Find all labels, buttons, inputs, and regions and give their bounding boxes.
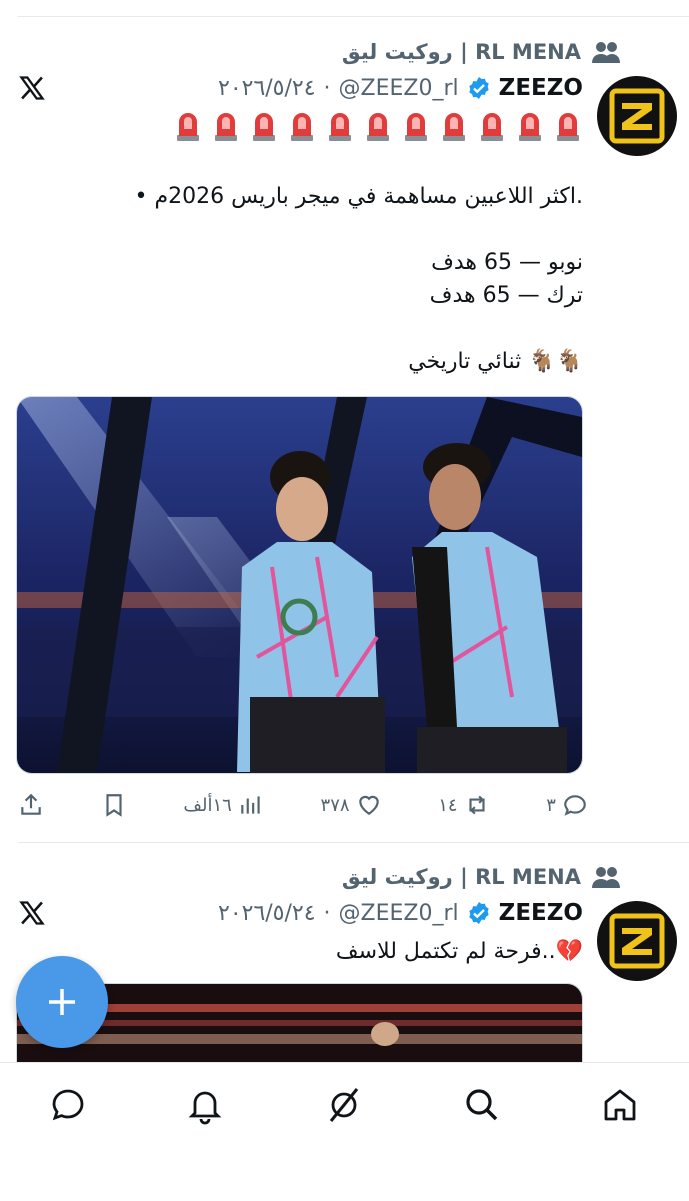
tweet-text: .اكثر اللاعبين مساهمة في ميجر باريس 2026… bbox=[134, 184, 583, 374]
author-handle[interactable]: @ZEEZ0_rl bbox=[339, 76, 459, 101]
dot-separator: · bbox=[323, 900, 331, 926]
siren-emoji bbox=[557, 113, 579, 141]
home-icon bbox=[604, 1089, 636, 1121]
author-name[interactable]: ZEEZO bbox=[499, 900, 583, 926]
chat-icon bbox=[52, 1089, 84, 1121]
siren-emoji bbox=[253, 113, 275, 141]
social-context-label: RL MENA | روكيت ليق bbox=[341, 40, 581, 64]
tweet-text: 💔..فرحة لم تكتمل للاسف bbox=[335, 939, 583, 964]
tweet-1[interactable]: RL MENA | روكيت ليق ZEEZO @ZEEZ0_rl · ٢٠… bbox=[0, 0, 689, 840]
share-button[interactable] bbox=[18, 792, 44, 818]
siren-emoji bbox=[177, 113, 199, 141]
like-button[interactable]: ٣٧٨ bbox=[321, 792, 382, 818]
siren-emoji bbox=[519, 113, 541, 141]
tweet-header: ZEEZO @ZEEZ0_rl · ٢٠٢٦/٥/٢٤ bbox=[218, 896, 583, 930]
nav-messages[interactable] bbox=[48, 1085, 88, 1125]
zeezo-logo bbox=[609, 88, 665, 144]
avatar[interactable] bbox=[597, 901, 677, 981]
nav-search[interactable] bbox=[462, 1085, 502, 1125]
plus-icon bbox=[49, 989, 75, 1015]
siren-emoji bbox=[367, 113, 389, 141]
siren-row bbox=[173, 108, 583, 142]
x-logo-icon[interactable] bbox=[18, 899, 46, 927]
siren-emoji bbox=[405, 113, 427, 141]
bookmark-icon bbox=[106, 794, 122, 817]
social-context[interactable]: RL MENA | روكيت ليق bbox=[342, 36, 621, 68]
author-handle[interactable]: @ZEEZ0_rl bbox=[339, 901, 459, 926]
bookmark-button[interactable] bbox=[101, 792, 127, 818]
tweet-2[interactable]: RL MENA | روكيت ليق ZEEZO @ZEEZ0_rl · ٢٠… bbox=[0, 843, 689, 1085]
reply-button[interactable]: ٣ bbox=[546, 792, 588, 818]
siren-emoji bbox=[291, 113, 313, 141]
siren-emoji bbox=[215, 113, 237, 141]
people-icon bbox=[592, 867, 620, 888]
x-logo-icon[interactable] bbox=[18, 74, 46, 102]
grok-icon bbox=[329, 1088, 359, 1122]
nav-home[interactable] bbox=[600, 1085, 640, 1125]
tweet-header: ZEEZO @ZEEZ0_rl · ٢٠٢٦/٥/٢٤ bbox=[218, 71, 583, 105]
bell-icon bbox=[188, 1091, 222, 1125]
photo-two-players bbox=[17, 397, 582, 773]
siren-emoji bbox=[443, 113, 465, 141]
search-icon bbox=[466, 1089, 498, 1121]
siren-emoji bbox=[329, 113, 351, 141]
share-icon bbox=[21, 793, 41, 815]
verified-badge-icon bbox=[468, 902, 489, 924]
nav-grok[interactable] bbox=[324, 1085, 364, 1125]
author-name[interactable]: ZEEZO bbox=[499, 75, 583, 101]
views-icon bbox=[241, 796, 260, 814]
repost-button[interactable]: ١٤ bbox=[438, 792, 489, 818]
bottom-navigation bbox=[0, 1062, 689, 1201]
people-icon bbox=[592, 42, 620, 63]
likes-count: ٣٧٨ bbox=[320, 794, 350, 816]
tweet-photo[interactable] bbox=[16, 396, 583, 774]
siren-emoji bbox=[481, 113, 503, 141]
zeezo-logo bbox=[609, 913, 665, 969]
reposts-count: ١٤ bbox=[438, 794, 458, 816]
replies-count: ٣ bbox=[546, 794, 556, 816]
reply-icon bbox=[564, 795, 586, 816]
nav-notifications[interactable] bbox=[185, 1085, 225, 1125]
social-context-label: RL MENA | روكيت ليق bbox=[341, 865, 581, 889]
heart-icon bbox=[358, 795, 379, 815]
avatar[interactable] bbox=[597, 76, 677, 156]
repost-icon bbox=[468, 795, 485, 815]
tweet-date[interactable]: ٢٠٢٦/٥/٢٤ bbox=[218, 76, 316, 101]
tweet-actions: ١٦ألف ٣٧٨ ١٤ ٣ bbox=[18, 785, 588, 825]
views-count: ١٦ألف bbox=[183, 794, 232, 816]
social-context[interactable]: RL MENA | روكيت ليق bbox=[342, 861, 621, 893]
verified-badge-icon bbox=[468, 77, 489, 99]
compose-button[interactable] bbox=[16, 956, 108, 1048]
tweet-date[interactable]: ٢٠٢٦/٥/٢٤ bbox=[218, 901, 316, 926]
views-button[interactable]: ١٦ألف bbox=[183, 792, 263, 818]
dot-separator: · bbox=[323, 75, 331, 101]
